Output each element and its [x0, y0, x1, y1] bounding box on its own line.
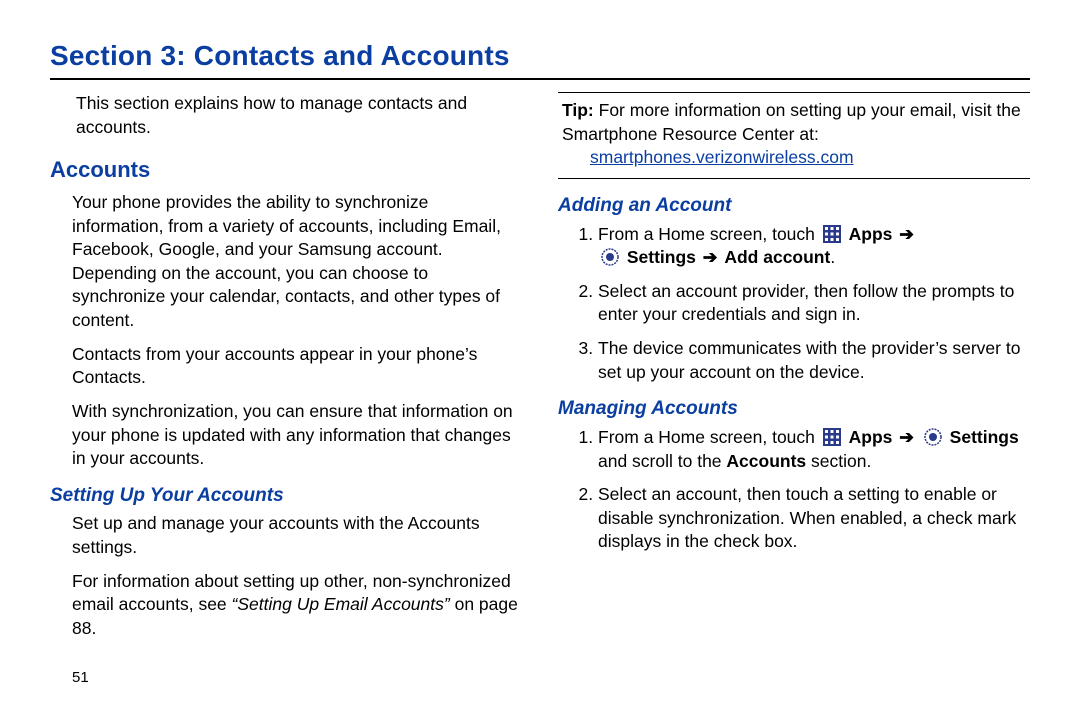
- apps-icon: [823, 225, 841, 243]
- managing-steps: From a Home screen, touch Apps ➔ Setting…: [558, 426, 1030, 554]
- arrow-icon: ➔: [897, 224, 916, 244]
- heading-setting-up: Setting Up Your Accounts: [50, 483, 522, 509]
- heading-adding-account: Adding an Account: [558, 193, 1030, 219]
- intro-text: This section explains how to manage cont…: [76, 92, 522, 139]
- arrow-icon: ➔: [701, 247, 720, 267]
- add-account-label: Add account: [724, 247, 830, 267]
- arrow-icon: ➔: [897, 427, 916, 447]
- setup-para-1: Set up and manage your accounts with the…: [72, 512, 522, 559]
- managing-step-1-text-b: and scroll to the: [598, 451, 726, 471]
- adding-step-1: From a Home screen, touch Apps ➔ Setting…: [598, 223, 1030, 270]
- accounts-word: Accounts: [726, 451, 806, 471]
- cross-reference[interactable]: “Setting Up Email Accounts”: [232, 594, 450, 614]
- adding-step-1-text-a: From a Home screen, touch: [598, 224, 820, 244]
- accounts-para-2: Contacts from your accounts appear in yo…: [72, 343, 522, 390]
- heading-accounts: Accounts: [50, 155, 522, 185]
- settings-label: Settings: [950, 427, 1019, 447]
- tip-label: Tip:: [562, 100, 594, 120]
- adding-step-3: The device communicates with the provide…: [598, 337, 1030, 384]
- adding-steps: From a Home screen, touch Apps ➔ Setting…: [558, 223, 1030, 385]
- accounts-para-1: Your phone provides the ability to synch…: [72, 191, 522, 333]
- settings-icon: [601, 248, 619, 266]
- left-column: This section explains how to manage cont…: [50, 92, 522, 651]
- settings-icon: [924, 428, 942, 446]
- apps-label: Apps: [849, 427, 893, 447]
- setup-para-2: For information about setting up other, …: [72, 570, 522, 641]
- section-title: Section 3: Contacts and Accounts: [50, 40, 1030, 72]
- managing-step-2: Select an account, then touch a setting …: [598, 483, 1030, 554]
- managing-step-1-text-c: section.: [806, 451, 871, 471]
- managing-step-1: From a Home screen, touch Apps ➔ Setting…: [598, 426, 1030, 473]
- page-number: 51: [72, 669, 89, 686]
- settings-label: Settings: [627, 247, 696, 267]
- heading-managing-accounts: Managing Accounts: [558, 396, 1030, 422]
- apps-label: Apps: [849, 224, 893, 244]
- title-rule: [50, 78, 1030, 80]
- tip-body: For more information on setting up your …: [562, 100, 1021, 144]
- adding-step-2: Select an account provider, then follow …: [598, 280, 1030, 327]
- tip-link[interactable]: smartphones.verizonwireless.com: [590, 147, 854, 167]
- apps-icon: [823, 428, 841, 446]
- managing-step-1-text-a: From a Home screen, touch: [598, 427, 820, 447]
- tip-box: Tip: For more information on setting up …: [558, 92, 1030, 179]
- accounts-para-3: With synchronization, you can ensure tha…: [72, 400, 522, 471]
- right-column: Tip: For more information on setting up …: [558, 92, 1030, 651]
